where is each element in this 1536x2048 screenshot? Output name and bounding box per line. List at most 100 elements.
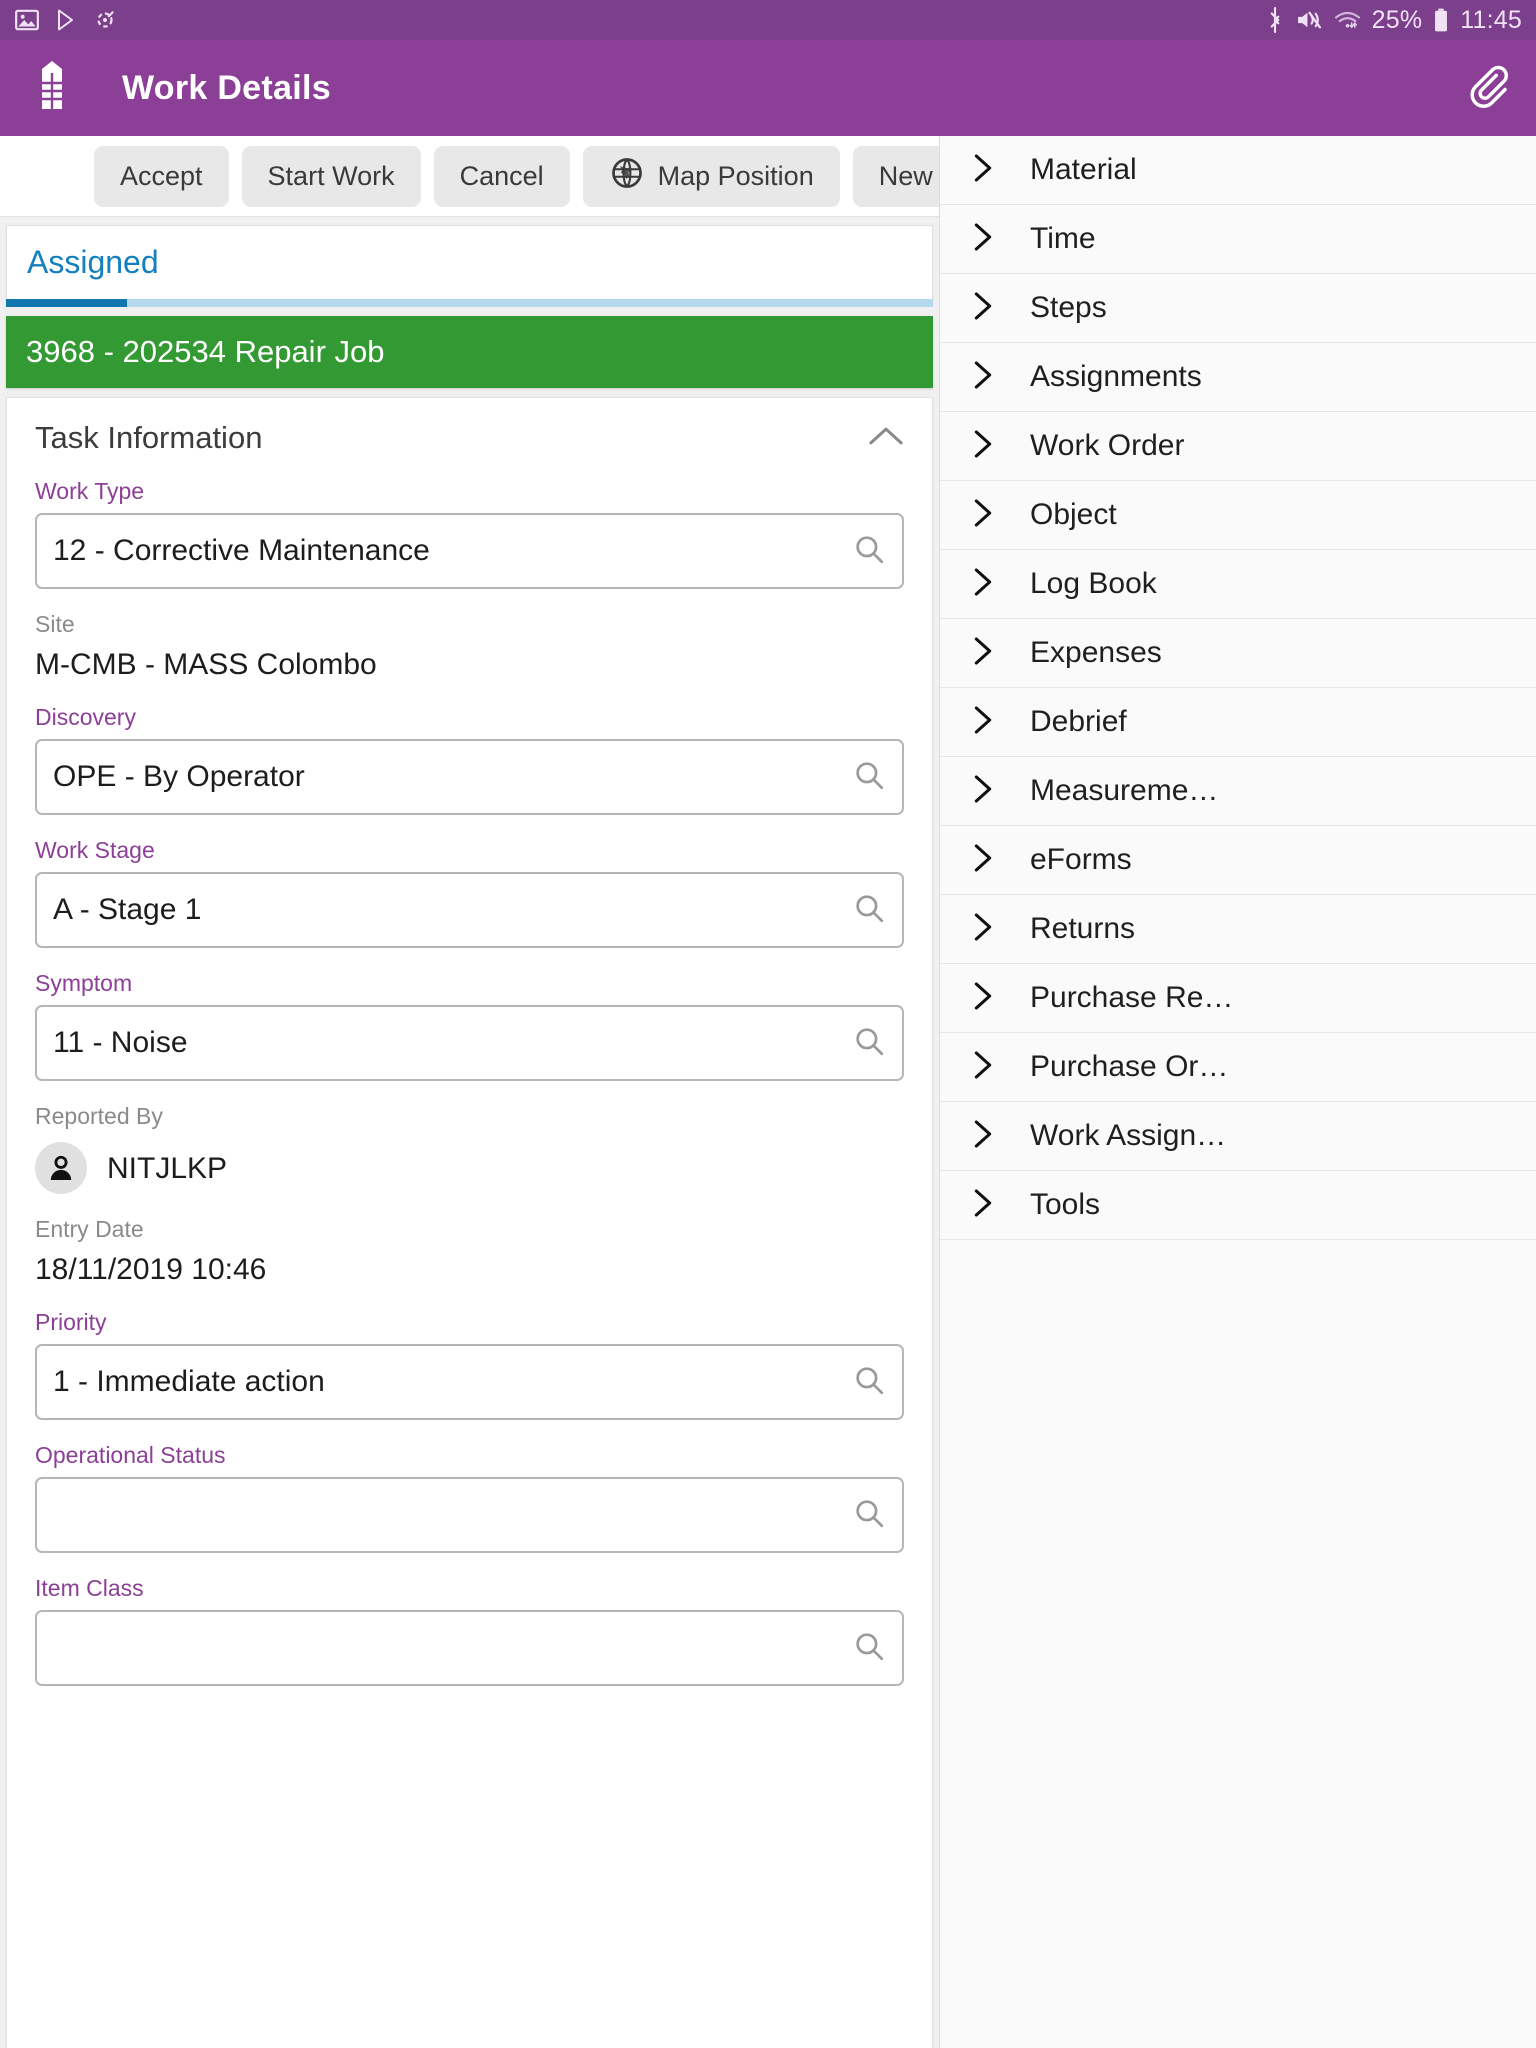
- attachment-icon[interactable]: [1466, 64, 1510, 113]
- field-work-stage-label: Work Stage: [35, 837, 904, 864]
- sidebar-item-label: Tools: [1030, 1188, 1100, 1222]
- sidebar-item-label: Returns: [1030, 912, 1135, 946]
- search-icon[interactable]: [852, 1496, 886, 1535]
- sidebar-item-object[interactable]: Object: [940, 481, 1536, 550]
- sidebar-item-label: Purchase Re…: [1030, 981, 1233, 1015]
- cancel-button-label: Cancel: [460, 161, 544, 192]
- sidebar-item-label: Expenses: [1030, 636, 1162, 670]
- search-icon[interactable]: [852, 758, 886, 797]
- bluetooth-icon: [1265, 7, 1285, 33]
- sidebar-item-material[interactable]: Material: [940, 136, 1536, 205]
- field-site-label: Site: [35, 611, 904, 638]
- sidebar-item-steps[interactable]: Steps: [940, 274, 1536, 343]
- accept-button[interactable]: Accept: [94, 146, 229, 207]
- chevron-right-icon: [970, 1118, 996, 1155]
- action-toolbar: Accept Start Work Cancel Map Position: [0, 136, 939, 217]
- discovery-value: OPE - By Operator: [53, 760, 852, 794]
- sidebar-item-log-book[interactable]: Log Book: [940, 550, 1536, 619]
- clock-label: 11:45: [1460, 6, 1522, 35]
- search-icon[interactable]: [852, 1363, 886, 1402]
- symptom-input[interactable]: 11 - Noise: [35, 1005, 904, 1081]
- search-icon[interactable]: [852, 1629, 886, 1668]
- reported-by-value: NITJLKP: [107, 1150, 227, 1186]
- sidebar-item-purchase-orders[interactable]: Purchase Or…: [940, 1033, 1536, 1102]
- field-entry-date: Entry Date 18/11/2019 10:46: [35, 1216, 904, 1287]
- sidebar-item-expenses[interactable]: Expenses: [940, 619, 1536, 688]
- work-stage-input[interactable]: A - Stage 1: [35, 872, 904, 948]
- sidebar-item-label: Work Assign…: [1030, 1119, 1226, 1153]
- field-site: Site M-CMB - MASS Colombo: [35, 611, 904, 682]
- chevron-up-icon[interactable]: [868, 425, 904, 452]
- content-area: Accept Start Work Cancel Map Position: [0, 136, 1536, 2048]
- sidebar-item-label: eForms: [1030, 843, 1132, 877]
- chevron-right-icon: [970, 497, 996, 534]
- related-sections-sidebar[interactable]: Material Time Steps Assignments Work Ord…: [940, 136, 1536, 2048]
- sidebar-item-assignments[interactable]: Assignments: [940, 343, 1536, 412]
- detail-pane: Accept Start Work Cancel Map Position: [0, 136, 940, 2048]
- sidebar-item-label: Measureme…: [1030, 774, 1218, 808]
- item-class-input[interactable]: [35, 1610, 904, 1686]
- sidebar-item-label: Steps: [1030, 291, 1107, 325]
- new-work-button[interactable]: New Work: [853, 146, 940, 207]
- chevron-right-icon: [970, 911, 996, 948]
- app-logo-icon[interactable]: [26, 59, 78, 118]
- sidebar-item-label: Material: [1030, 153, 1137, 187]
- chevron-right-icon: [970, 428, 996, 465]
- sidebar-item-label: Object: [1030, 498, 1117, 532]
- sidebar-item-work-assignments[interactable]: Work Assign…: [940, 1102, 1536, 1171]
- detail-scroll-area[interactable]: Assigned 3968 - 202534 Repair Job Task I…: [0, 217, 939, 2048]
- field-entry-date-label: Entry Date: [35, 1216, 904, 1243]
- map-position-button[interactable]: Map Position: [583, 146, 840, 207]
- work-type-input[interactable]: 12 - Corrective Maintenance: [35, 513, 904, 589]
- status-bar-right-icons: 25% 11:45: [1265, 6, 1522, 35]
- field-reported-by-label: Reported By: [35, 1103, 904, 1130]
- sidebar-item-purchase-requisitions[interactable]: Purchase Re…: [940, 964, 1536, 1033]
- globe-icon: [609, 155, 645, 198]
- reported-by-value-row: NITJLKP: [35, 1138, 904, 1194]
- cancel-button[interactable]: Cancel: [434, 146, 570, 207]
- page-title: Work Details: [122, 69, 331, 108]
- chevron-right-icon: [970, 221, 996, 258]
- sidebar-item-work-order[interactable]: Work Order: [940, 412, 1536, 481]
- chevron-right-icon: [970, 152, 996, 189]
- discovery-input[interactable]: OPE - By Operator: [35, 739, 904, 815]
- field-work-type-label: Work Type: [35, 478, 904, 505]
- status-bar-left-icons: [14, 7, 118, 33]
- start-work-button[interactable]: Start Work: [242, 146, 421, 207]
- sidebar-item-eforms[interactable]: eForms: [940, 826, 1536, 895]
- app-bar: Work Details: [0, 40, 1536, 136]
- sidebar-item-measurements[interactable]: Measureme…: [940, 757, 1536, 826]
- status-badge: Assigned: [27, 244, 159, 281]
- play-store-icon: [54, 7, 78, 33]
- sidebar-item-label: Debrief: [1030, 705, 1127, 739]
- sidebar-item-time[interactable]: Time: [940, 205, 1536, 274]
- avatar: [35, 1142, 87, 1194]
- search-icon[interactable]: [852, 891, 886, 930]
- battery-percent-label: 25%: [1372, 6, 1423, 35]
- task-information-card: Task Information Work Type 12 - Correcti…: [6, 397, 933, 2048]
- field-priority: Priority 1 - Immediate action: [35, 1309, 904, 1420]
- field-work-type: Work Type 12 - Corrective Maintenance: [35, 478, 904, 589]
- chevron-right-icon: [970, 773, 996, 810]
- sidebar-item-tools[interactable]: Tools: [940, 1171, 1536, 1240]
- chevron-right-icon: [970, 566, 996, 603]
- map-position-button-label: Map Position: [658, 161, 814, 192]
- field-work-stage: Work Stage A - Stage 1: [35, 837, 904, 948]
- priority-input[interactable]: 1 - Immediate action: [35, 1344, 904, 1420]
- sidebar-item-returns[interactable]: Returns: [940, 895, 1536, 964]
- sidebar-item-label: Purchase Or…: [1030, 1050, 1228, 1084]
- field-symptom: Symptom 11 - Noise: [35, 970, 904, 1081]
- job-header-label: 3968 - 202534 Repair Job: [26, 334, 384, 370]
- search-icon[interactable]: [852, 532, 886, 571]
- field-priority-label: Priority: [35, 1309, 904, 1336]
- status-bar: 25% 11:45: [0, 0, 1536, 40]
- chevron-right-icon: [970, 842, 996, 879]
- task-information-header[interactable]: Task Information: [35, 420, 904, 456]
- accept-button-label: Accept: [120, 161, 203, 192]
- operational-status-input[interactable]: [35, 1477, 904, 1553]
- search-icon[interactable]: [852, 1024, 886, 1063]
- sidebar-item-label: Time: [1030, 222, 1096, 256]
- job-header-bar[interactable]: 3968 - 202534 Repair Job: [6, 316, 933, 388]
- sidebar-item-debrief[interactable]: Debrief: [940, 688, 1536, 757]
- field-reported-by: Reported By NITJLKP: [35, 1103, 904, 1194]
